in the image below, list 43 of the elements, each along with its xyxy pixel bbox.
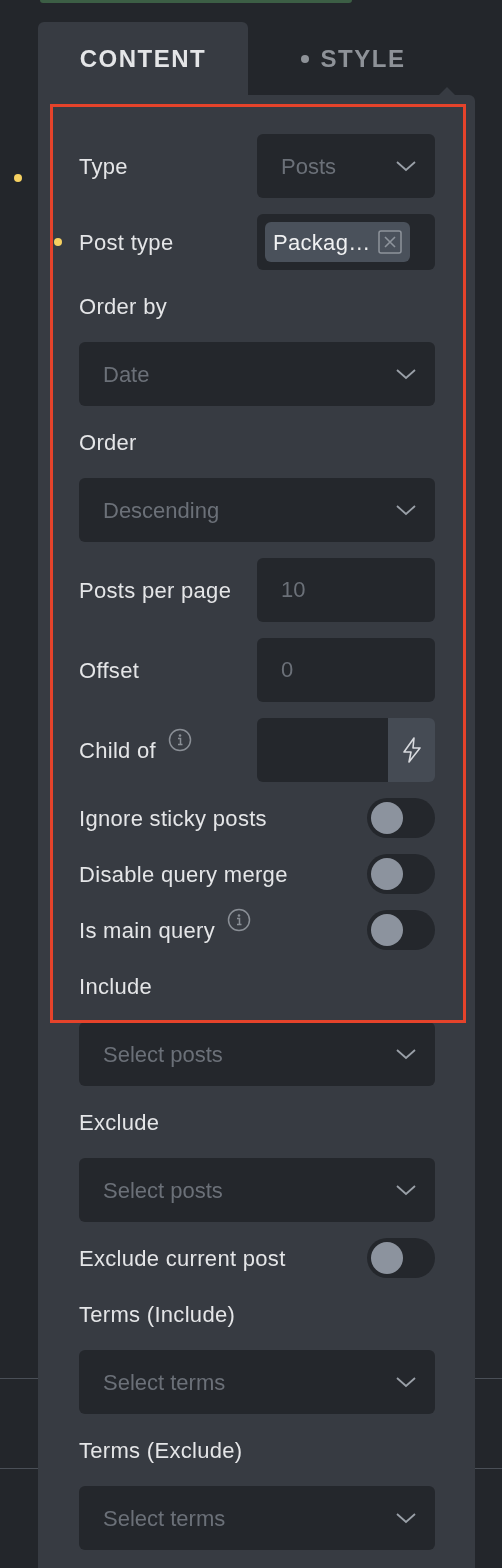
lightning-icon bbox=[400, 737, 423, 763]
tab[interactable]: CONTENT bbox=[38, 22, 248, 95]
select-field[interactable]: Select terms bbox=[79, 1486, 435, 1550]
select-field[interactable]: Select terms bbox=[79, 1350, 435, 1414]
field-label: Post type bbox=[79, 228, 174, 257]
chevron-down-icon bbox=[395, 1375, 417, 1389]
tag-text: Packag… bbox=[273, 228, 371, 257]
field-label: Order by bbox=[79, 292, 167, 321]
chevron-down-icon bbox=[395, 1511, 417, 1525]
field-label: Type bbox=[79, 152, 128, 181]
toggle-switch[interactable] bbox=[367, 798, 435, 838]
field-label: Is main query bbox=[79, 916, 215, 945]
field-label: Terms (Include) bbox=[79, 1300, 236, 1329]
remove-icon[interactable] bbox=[378, 230, 403, 254]
select-field[interactable]: Posts bbox=[257, 134, 435, 198]
chevron-down-icon bbox=[395, 1183, 417, 1197]
field-label: Disable query merge bbox=[79, 860, 288, 889]
field-label: Include bbox=[79, 972, 153, 1001]
chevron-down-icon bbox=[395, 159, 417, 173]
field-label: Child of bbox=[79, 736, 156, 765]
chevron-down-icon bbox=[395, 367, 417, 381]
number-input[interactable]: 0 bbox=[257, 638, 435, 702]
tab[interactable]: STYLE bbox=[248, 22, 458, 95]
text-input[interactable] bbox=[257, 718, 388, 782]
toggle-switch[interactable] bbox=[367, 854, 435, 894]
select-field[interactable]: Select posts bbox=[79, 1022, 435, 1086]
chevron-down-icon bbox=[395, 1047, 417, 1061]
select-field[interactable]: Select posts bbox=[79, 1158, 435, 1222]
field-label: Ignore sticky posts bbox=[79, 804, 267, 833]
field-label: Exclude bbox=[79, 1108, 160, 1137]
select-field[interactable]: Descending bbox=[79, 478, 435, 542]
field-label: Posts per page bbox=[79, 576, 232, 605]
select-field[interactable]: Date bbox=[79, 342, 435, 406]
number-input[interactable]: 10 bbox=[257, 558, 435, 622]
field-label: Exclude current post bbox=[79, 1244, 286, 1273]
dynamic-data-button[interactable] bbox=[388, 718, 435, 782]
tag-field[interactable]: Packag… bbox=[257, 214, 435, 270]
toggle-switch[interactable] bbox=[367, 910, 435, 950]
field-label: Offset bbox=[79, 656, 140, 685]
chevron-down-icon bbox=[395, 503, 417, 517]
field-label: Terms (Exclude) bbox=[79, 1436, 243, 1465]
field-label: Order bbox=[79, 428, 137, 457]
toggle-switch[interactable] bbox=[367, 1238, 435, 1278]
